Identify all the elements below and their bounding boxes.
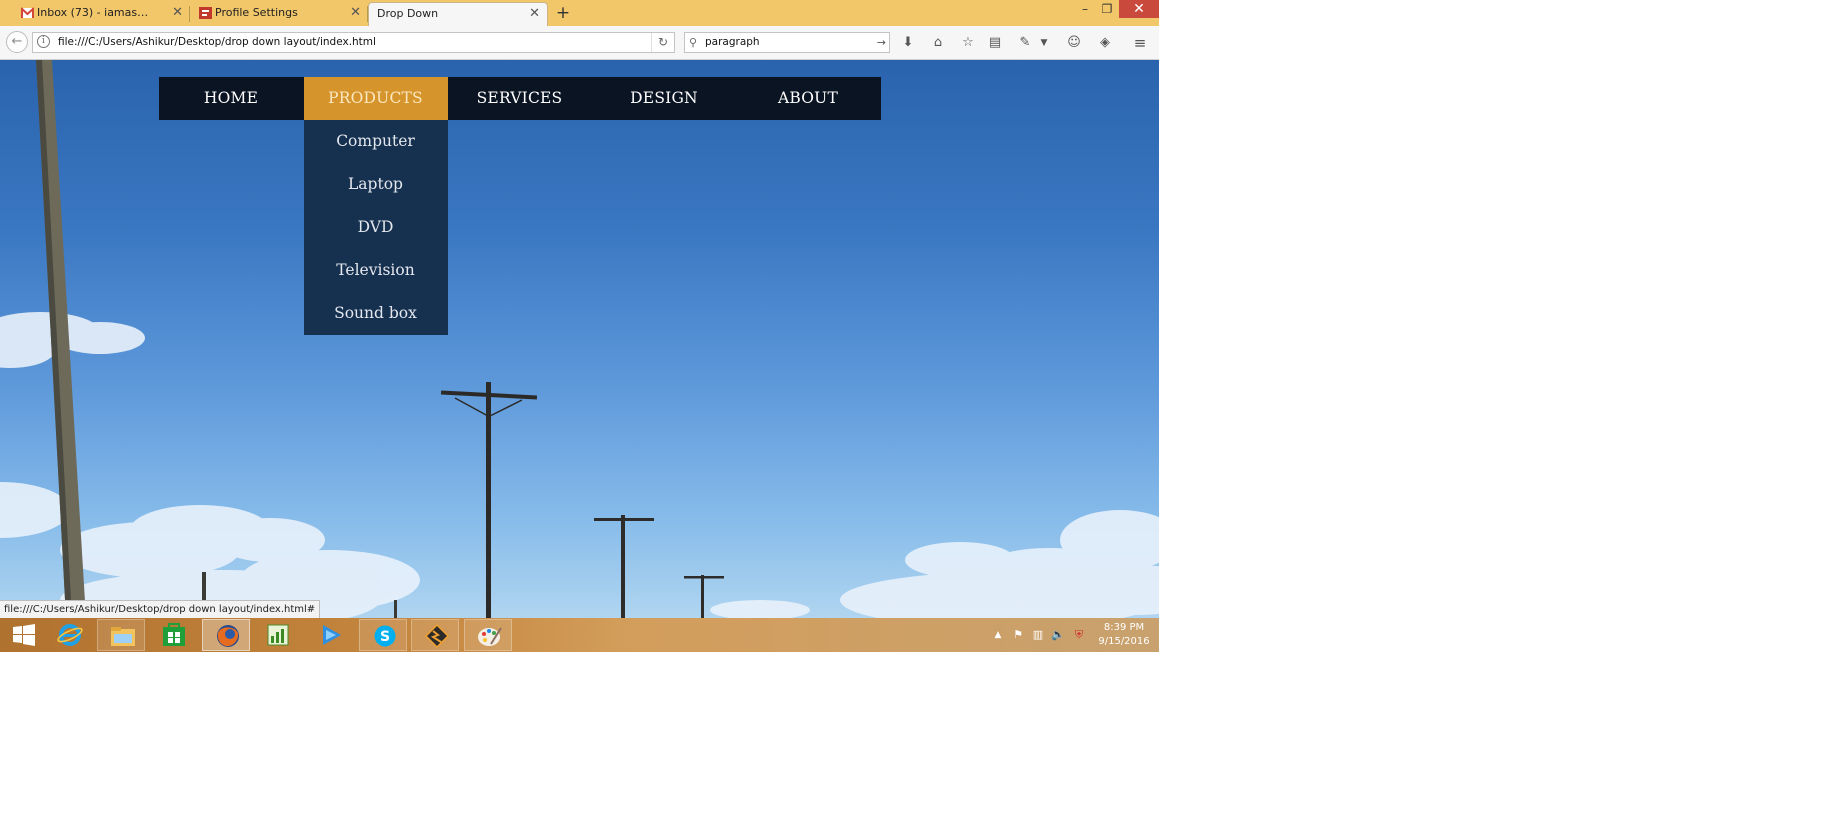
close-tab-icon[interactable]: ✕	[350, 2, 361, 24]
internet-explorer-icon	[57, 624, 83, 646]
pocket-icon[interactable]: ◈	[1095, 33, 1115, 53]
restore-icon[interactable]: ❐	[1097, 0, 1117, 18]
taskbar-firefox[interactable]	[202, 619, 250, 651]
navigation-toolbar: ← i file:///C:/Users/Ashikur/Desktop/dro…	[0, 26, 1159, 60]
nav-link-design[interactable]: DESIGN	[592, 77, 736, 120]
tab-label: Profile Settings	[215, 6, 298, 19]
search-input[interactable]	[705, 33, 865, 52]
gmail-icon	[21, 7, 34, 18]
tab-inbox[interactable]: Inbox (73) - iamashik4@g... ✕	[18, 2, 190, 26]
media-player-icon	[323, 625, 341, 645]
taskbar-winamp[interactable]	[411, 619, 459, 651]
search-go-icon[interactable]: →	[877, 33, 886, 52]
taskbar-skype[interactable]: S	[359, 619, 407, 651]
dropdown-link-dvd[interactable]: DVD	[304, 206, 448, 249]
svg-text:S: S	[380, 629, 390, 645]
info-icon[interactable]: i	[37, 35, 50, 48]
nav-link-home[interactable]: HOME	[159, 77, 303, 120]
taskbar-media-player[interactable]	[306, 619, 354, 651]
taskbar-paint[interactable]	[464, 619, 512, 651]
tab-profile-settings[interactable]: Profile Settings ✕	[196, 2, 368, 26]
firefox-icon	[217, 625, 239, 647]
developer-tools-icon[interactable]: ✎	[1015, 33, 1035, 53]
nav-item-home: HOME	[159, 77, 303, 120]
nav-link-products[interactable]: PRODUCTS	[303, 77, 448, 120]
nav-link-services[interactable]: SERVICES	[448, 77, 592, 120]
tab-label: Drop Down	[377, 7, 439, 20]
nav-item-products: PRODUCTS Computer Laptop DVD Television …	[303, 77, 448, 335]
windows-start-icon	[13, 624, 35, 646]
hamburger-menu-icon[interactable]: ≡	[1130, 33, 1150, 53]
tab-drop-down[interactable]: Drop Down ✕	[368, 2, 548, 26]
taskbar-store[interactable]	[149, 619, 197, 651]
action-center-flag-icon[interactable]: ⚑	[1010, 627, 1026, 643]
taskbar-internet-explorer[interactable]	[45, 619, 93, 651]
download-icon[interactable]: ⬇	[898, 33, 918, 53]
skype-icon: S	[374, 625, 396, 647]
new-tab-button[interactable]: +	[554, 3, 572, 23]
store-icon	[163, 623, 185, 646]
close-tab-icon[interactable]: ✕	[529, 3, 540, 25]
tab-bar: Inbox (73) - iamashik4@g... ✕ Profile Se…	[0, 0, 1159, 26]
url-bar[interactable]: i file:///C:/Users/Ashikur/Desktop/drop …	[32, 32, 675, 53]
reading-list-icon[interactable]: ▤	[985, 33, 1005, 53]
search-bar[interactable]: ⚲ →	[684, 32, 890, 53]
back-button[interactable]: ←	[6, 31, 28, 53]
profile-site-icon	[199, 7, 212, 19]
start-button[interactable]	[0, 619, 48, 651]
taskbar-chart-app[interactable]	[254, 619, 302, 651]
security-shield-icon[interactable]: ⛨	[1071, 627, 1087, 643]
dropdown-item: DVD	[304, 206, 448, 249]
hello-icon[interactable]: ☺	[1064, 33, 1084, 53]
main-nav-menu: HOME PRODUCTS Computer Laptop DVD Televi…	[159, 77, 881, 335]
windows-taskbar: S ▲ ⚑ ▥ 🔈 ⛨ 8:39 PM 9/15/2016	[0, 618, 1159, 652]
clock-time: 8:39 PM	[1103, 622, 1145, 633]
dropdown-link-television[interactable]: Television	[304, 249, 448, 292]
dropdown-link-laptop[interactable]: Laptop	[304, 163, 448, 206]
system-clock[interactable]: 8:39 PM 9/15/2016	[1094, 621, 1154, 649]
minimize-icon[interactable]: –	[1075, 0, 1095, 18]
dropdown-item: Computer	[304, 120, 448, 163]
screen: Inbox (73) - iamashik4@g... ✕ Profile Se…	[0, 0, 1159, 652]
dropdown-item: Television	[304, 249, 448, 292]
home-icon[interactable]: ⌂	[928, 33, 948, 53]
close-window-icon[interactable]: ✕	[1119, 0, 1159, 18]
chevron-up-icon[interactable]: ▲	[990, 627, 1006, 643]
clock-date: 9/15/2016	[1098, 636, 1150, 647]
file-explorer-icon	[111, 627, 135, 646]
winamp-icon	[424, 624, 450, 648]
chevron-down-icon[interactable]: ▼	[1038, 33, 1050, 53]
nav-item-about: ABOUT	[736, 77, 880, 120]
nav-item-design: DESIGN	[592, 77, 736, 120]
tab-label: Inbox (73) - iamashik4@g...	[37, 6, 152, 19]
products-dropdown: Computer Laptop DVD Television Sound box	[303, 120, 448, 335]
search-icon: ⚲	[689, 36, 698, 49]
dropdown-link-computer[interactable]: Computer	[304, 120, 448, 163]
page-viewport: HOME PRODUCTS Computer Laptop DVD Televi…	[0, 60, 1159, 618]
background-photo	[0, 60, 1159, 618]
paint-icon	[478, 627, 502, 646]
dropdown-link-sound-box[interactable]: Sound box	[304, 292, 448, 335]
nav-item-services: SERVICES	[448, 77, 592, 120]
close-tab-icon[interactable]: ✕	[172, 2, 183, 24]
chart-app-icon	[267, 624, 289, 646]
nav-link-about[interactable]: ABOUT	[736, 77, 880, 120]
network-icon[interactable]: ▥	[1030, 627, 1046, 643]
taskbar-file-explorer[interactable]	[97, 619, 145, 651]
dropdown-item: Sound box	[304, 292, 448, 335]
volume-icon[interactable]: 🔈	[1050, 627, 1066, 643]
dropdown-item: Laptop	[304, 163, 448, 206]
reload-icon[interactable]: ↻	[651, 33, 674, 52]
status-bar-url: file:///C:/Users/Ashikur/Desktop/drop do…	[0, 600, 321, 618]
bookmark-star-icon[interactable]: ☆	[958, 33, 978, 53]
url-text[interactable]: file:///C:/Users/Ashikur/Desktop/drop do…	[58, 33, 376, 52]
